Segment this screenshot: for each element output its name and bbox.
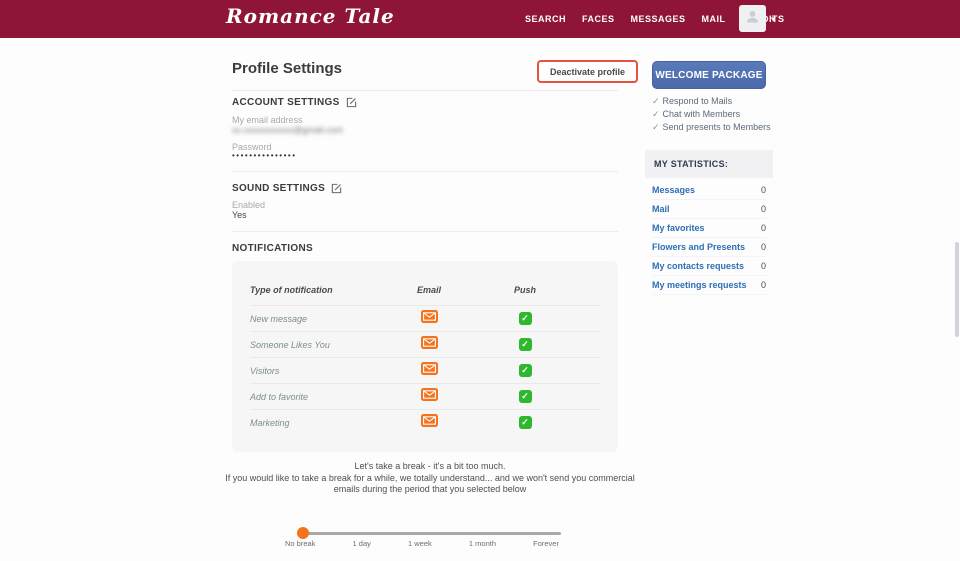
table-row: Someone Likes You ✓ [250, 331, 600, 357]
top-nav-bar: Romance Tale SEARCH FACES MESSAGES MAIL … [0, 0, 960, 38]
divider [232, 171, 618, 172]
slider-label[interactable]: 1 week [408, 539, 432, 548]
sound-settings-label: SOUND SETTINGS [232, 183, 325, 194]
email-notification-icon[interactable] [421, 336, 438, 354]
welcome-checklist: ✓Respond to Mails ✓Chat with Members ✓Se… [652, 95, 771, 134]
push-checkbox-checked[interactable]: ✓ [519, 338, 532, 351]
column-header-type: Type of notification [250, 285, 370, 295]
notifications-table: Type of notification Email Push New mess… [232, 261, 618, 452]
nav-item[interactable]: MESSAGES [631, 14, 686, 24]
check-icon: ✓ [652, 109, 660, 119]
password-value: ••••••••••••••• [232, 151, 297, 160]
email-notification-icon[interactable] [421, 388, 438, 406]
statistic-label[interactable]: My favorites [652, 223, 705, 233]
table-header-row: Type of notification Email Push [250, 275, 600, 305]
statistic-value: 0 [761, 185, 766, 195]
email-value: xx.xxxxxxxxxxx@gmail.com [232, 125, 343, 135]
statistic-value: 0 [761, 204, 766, 214]
statistic-label[interactable]: Messages [652, 185, 695, 195]
table-row: Marketing ✓ [250, 409, 600, 435]
checklist-item: ✓Respond to Mails [652, 95, 771, 108]
notification-type-label: Visitors [250, 366, 370, 376]
email-notification-icon[interactable] [421, 414, 438, 432]
break-slider-labels: No break 1 day 1 week 1 month Forever [285, 539, 559, 548]
statistics-row[interactable]: My favorites 0 [652, 219, 766, 238]
statistic-label[interactable]: Flowers and Presents [652, 242, 745, 252]
push-checkbox-checked[interactable]: ✓ [519, 390, 532, 403]
statistics-row[interactable]: My meetings requests 0 [652, 276, 766, 295]
notification-type-label: Add to favorite [250, 392, 370, 402]
slider-label[interactable]: Forever [533, 539, 559, 548]
statistic-value: 0 [761, 261, 766, 271]
slider-label[interactable]: 1 day [353, 539, 371, 548]
statistics-list: Messages 0 Mail 0 My favorites 0 Flowers… [652, 181, 766, 295]
statistic-value: 0 [761, 280, 766, 290]
notification-type-label: Marketing [250, 418, 370, 428]
deactivate-profile-button[interactable]: Deactivate profile [537, 60, 638, 83]
welcome-package-button[interactable]: WELCOME PACKAGE [652, 61, 766, 89]
break-slider-track[interactable] [303, 532, 561, 535]
checklist-item: ✓Send presents to Members [652, 121, 771, 134]
edit-icon[interactable] [346, 97, 357, 108]
user-icon [744, 8, 761, 30]
check-icon: ✓ [652, 96, 660, 106]
break-line2: If you would like to take a break for a … [215, 473, 645, 496]
column-header-push: Push [488, 285, 562, 295]
break-line1: Let's take a break - it's a bit too much… [215, 461, 645, 473]
checklist-item: ✓Chat with Members [652, 108, 771, 121]
push-checkbox-checked[interactable]: ✓ [519, 312, 532, 325]
nav-item[interactable]: SEARCH [525, 14, 566, 24]
break-section: Let's take a break - it's a bit too much… [215, 461, 645, 496]
slider-label[interactable]: No break [285, 539, 315, 548]
notification-type-label: Someone Likes You [250, 340, 370, 350]
statistic-label[interactable]: My meetings requests [652, 280, 747, 290]
scrollbar-thumb[interactable] [955, 242, 959, 337]
divider [232, 90, 618, 91]
statistics-row[interactable]: Flowers and Presents 0 [652, 238, 766, 257]
account-settings-heading: ACCOUNT SETTINGS [232, 97, 357, 108]
divider [232, 231, 618, 232]
table-row: Visitors ✓ [250, 357, 600, 383]
table-row: Add to favorite ✓ [250, 383, 600, 409]
notification-type-label: New message [250, 314, 370, 324]
sound-enabled-label: Enabled [232, 200, 265, 210]
break-slider-handle[interactable] [297, 527, 309, 539]
table-row: New message ✓ [250, 305, 600, 331]
slider-label[interactable]: 1 month [469, 539, 496, 548]
page-title: Profile Settings [232, 60, 342, 77]
email-notification-icon[interactable] [421, 310, 438, 328]
account-settings-label: ACCOUNT SETTINGS [232, 97, 340, 108]
statistic-label[interactable]: My contacts requests [652, 261, 744, 271]
email-label: My email address [232, 115, 303, 125]
notifications-label: NOTIFICATIONS [232, 243, 313, 254]
nav-item[interactable]: MAIL [702, 14, 726, 24]
site-logo[interactable]: Romance Tale [226, 4, 395, 28]
column-header-email: Email [370, 285, 488, 295]
push-checkbox-checked[interactable]: ✓ [519, 364, 532, 377]
statistic-label[interactable]: Mail [652, 204, 670, 214]
sound-enabled-value: Yes [232, 210, 247, 220]
statistics-row[interactable]: Mail 0 [652, 200, 766, 219]
edit-icon[interactable] [331, 183, 342, 194]
chevron-down-icon[interactable]: ▾ [771, 14, 776, 25]
sound-settings-heading: SOUND SETTINGS [232, 183, 342, 194]
statistics-row[interactable]: My contacts requests 0 [652, 257, 766, 276]
avatar[interactable] [739, 5, 766, 32]
push-checkbox-checked[interactable]: ✓ [519, 416, 532, 429]
my-statistics-header: MY STATISTICS: [645, 150, 773, 178]
statistic-value: 0 [761, 223, 766, 233]
statistic-value: 0 [761, 242, 766, 252]
nav-item[interactable]: FACES [582, 14, 615, 24]
email-notification-icon[interactable] [421, 362, 438, 380]
notifications-heading: NOTIFICATIONS [232, 243, 313, 254]
statistics-row[interactable]: Messages 0 [652, 181, 766, 200]
check-icon: ✓ [652, 122, 660, 132]
